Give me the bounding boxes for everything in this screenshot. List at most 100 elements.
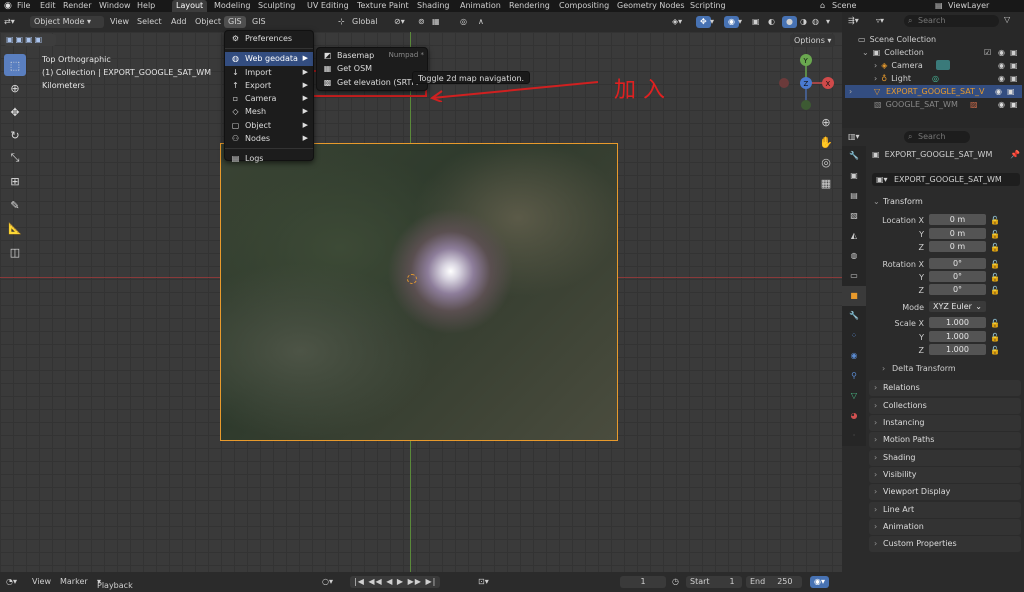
menu-help[interactable]: Help: [137, 0, 155, 12]
timeline-menu-playback[interactable]: Playback ▾: [97, 576, 133, 590]
pan-hand-icon[interactable]: ✋: [815, 136, 837, 152]
delta-transform-subpanel[interactable]: › Delta Transform: [882, 364, 956, 373]
rotation-z-field[interactable]: 0°: [929, 284, 986, 295]
scale-z-field[interactable]: 1.000: [929, 344, 986, 355]
eye-icon[interactable]: ◉: [998, 74, 1005, 83]
xray-icon[interactable]: ▣: [752, 16, 760, 28]
menu-item-export[interactable]: ↑ Export ▶: [225, 79, 313, 92]
measure-tool-icon[interactable]: 📐: [4, 217, 26, 239]
panel-motion-paths[interactable]: Motion Paths: [869, 432, 1021, 448]
options-dropdown[interactable]: Options ▾: [790, 34, 836, 47]
ortho-grid-icon[interactable]: ▦: [815, 177, 837, 193]
eye-icon[interactable]: ◉: [995, 85, 1002, 98]
properties-editor-icon[interactable]: ▥▾: [848, 132, 860, 141]
pivot-icon[interactable]: ⊘▾: [394, 16, 405, 28]
blender-logo-icon[interactable]: ◉: [4, 0, 12, 12]
camera-render-icon[interactable]: ▣: [1010, 74, 1018, 83]
menu-item-get-elevation[interactable]: ▩ Get elevation (SRTM: [317, 76, 427, 89]
menu-item-nodes[interactable]: ⚇ Nodes ▶: [225, 132, 313, 145]
lock-icon[interactable]: 🔓: [990, 214, 1000, 227]
eye-icon[interactable]: ◉: [998, 100, 1005, 109]
tab-shading[interactable]: Shading: [413, 0, 454, 12]
menu-item-get-osm[interactable]: ▦ Get OSM: [317, 62, 427, 75]
lock-icon[interactable]: 🔓: [990, 344, 1000, 357]
scene-name[interactable]: Scene: [832, 0, 856, 12]
menu-object[interactable]: Object: [195, 16, 221, 28]
pin-icon[interactable]: 📌: [1010, 150, 1020, 159]
shading-material-icon[interactable]: ◑: [800, 16, 807, 28]
tab-animation[interactable]: Animation: [456, 0, 505, 12]
menu-render[interactable]: Render: [63, 0, 91, 12]
annotate-tool-icon[interactable]: ✎: [4, 194, 26, 216]
lock-icon[interactable]: 🔓: [990, 271, 1000, 284]
camera-render-icon[interactable]: ▣: [1010, 61, 1018, 70]
menu-item-preferences[interactable]: ⚙ Preferences: [225, 32, 313, 45]
tab-texture-paint[interactable]: Texture Paint: [353, 0, 413, 12]
menu-item-camera[interactable]: ▫ Camera ▶: [225, 92, 313, 105]
menu-item-web-geodata[interactable]: ◍ Web geodata ▶: [225, 52, 313, 66]
panel-viewport-display[interactable]: Viewport Display: [869, 484, 1021, 500]
panel-collections[interactable]: Collections: [869, 398, 1021, 414]
checkbox-icon[interactable]: ☑: [984, 48, 991, 57]
rotation-y-field[interactable]: 0°: [929, 271, 986, 282]
transform-panel-header[interactable]: ⌄ Transform: [869, 194, 1021, 210]
menu-gis[interactable]: GIS: [252, 16, 266, 28]
select-mode-icons[interactable]: ▣▣▣▣: [4, 34, 56, 46]
panel-line-art[interactable]: Line Art: [869, 502, 1021, 518]
orientation-dropdown[interactable]: Global: [352, 16, 378, 28]
zoom-icon[interactable]: ⊕: [815, 116, 837, 132]
snap-icon[interactable]: ⊚: [418, 16, 425, 28]
shading-solid-icon[interactable]: ●: [782, 16, 797, 28]
camera-view-icon[interactable]: ◎: [815, 156, 837, 172]
menu-window[interactable]: Window: [99, 0, 131, 12]
scene-icon[interactable]: ⌂: [820, 0, 825, 12]
scene-collection[interactable]: ▭ Scene Collection: [858, 35, 936, 44]
eye-icon[interactable]: ◉: [998, 48, 1005, 57]
editor-type-icon[interactable]: ⇄▾: [4, 16, 15, 28]
falloff-icon[interactable]: ∧: [478, 16, 484, 28]
clock-icon[interactable]: ◷: [672, 576, 679, 588]
menu-item-mesh[interactable]: ◇ Mesh ▶: [225, 105, 313, 118]
camera-render-icon[interactable]: ▣: [1007, 85, 1015, 98]
keying-set-icon[interactable]: ⊡▾: [478, 576, 489, 588]
scale-tool-icon[interactable]: ⤡: [4, 147, 26, 169]
end-frame-field[interactable]: End 250: [746, 576, 802, 588]
mode-dropdown[interactable]: Object Mode ▾: [30, 16, 104, 28]
playback-controls[interactable]: |◀ ◀◀ ◀ ▶ ▶▶ ▶|: [350, 576, 441, 588]
current-frame-field[interactable]: 1: [620, 576, 666, 588]
tab-scripting[interactable]: Scripting: [686, 0, 730, 12]
panel-animation[interactable]: Animation: [869, 519, 1021, 535]
location-y-field[interactable]: 0 m: [929, 228, 986, 239]
shading-wireframe-icon[interactable]: ◐: [768, 16, 775, 28]
menu-add[interactable]: Add: [171, 16, 187, 28]
panel-shading[interactable]: Shading: [869, 450, 1021, 466]
tab-sculpting[interactable]: Sculpting: [254, 0, 299, 12]
menu-view[interactable]: View: [110, 16, 129, 28]
location-z-field[interactable]: 0 m: [929, 241, 986, 252]
shading-rendered-icon[interactable]: ◍: [812, 16, 819, 28]
tab-layout[interactable]: Layout: [172, 0, 208, 12]
view-layer-name[interactable]: ViewLayer: [948, 0, 989, 12]
camera-render-icon[interactable]: ▣: [1010, 100, 1018, 109]
start-frame-field[interactable]: Start 1: [686, 576, 742, 588]
menu-item-object[interactable]: ▢ Object ▶: [225, 119, 313, 132]
record-icon[interactable]: ○▾: [322, 576, 333, 588]
select-box-tool-icon[interactable]: ⬚: [4, 54, 26, 76]
gizmo-toggle-icon[interactable]: ✥: [696, 16, 711, 28]
object-name-field[interactable]: ▣▾ EXPORT_GOOGLE_SAT_WM: [872, 173, 1020, 186]
outliner-row-google-sat-wm[interactable]: ▧ GOOGLE_SAT_WM ▨ ◉ ▣: [874, 100, 1022, 109]
outliner-row-export-google-sat[interactable]: › ▽ EXPORT_GOOGLE_SAT_V ◉ ▣: [845, 85, 1022, 98]
outliner-row-camera[interactable]: › ◈ Camera ◉ ▣: [874, 60, 1022, 70]
eye-icon[interactable]: ◉: [998, 61, 1005, 70]
tab-uv-editing[interactable]: UV Editing: [303, 0, 353, 12]
outliner-row-light[interactable]: › ♁ Light ◎ ◉ ▣: [874, 74, 1022, 83]
transform-tool-icon[interactable]: ⊞: [4, 170, 26, 192]
tab-geometry-nodes[interactable]: Geometry Nodes: [613, 0, 688, 12]
menu-select[interactable]: Select: [137, 16, 162, 28]
timeline-editor-icon[interactable]: ◔▾: [6, 576, 17, 588]
menu-item-import[interactable]: ↓ Import ▶: [225, 66, 313, 79]
overlay-dropdown-icon[interactable]: ▾: [738, 16, 742, 28]
lock-icon[interactable]: 🔓: [990, 241, 1000, 254]
menu-item-basemap[interactable]: ◩ Basemap Numpad *: [317, 49, 427, 62]
cursor-tool-icon[interactable]: ⊕: [4, 77, 26, 99]
